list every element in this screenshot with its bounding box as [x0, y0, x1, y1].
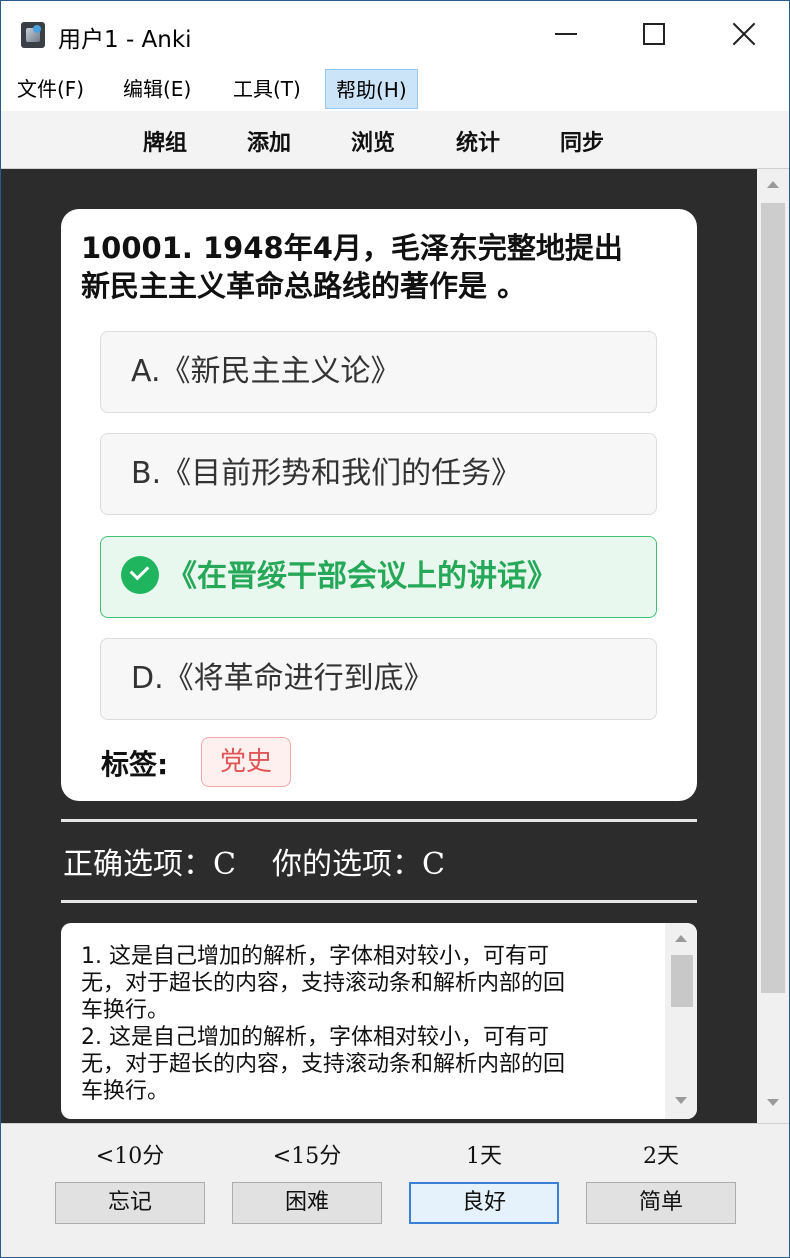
title-bar: 用户1 - Anki: [1, 1, 789, 67]
interval-label: 1天: [466, 1144, 502, 1169]
scroll-down-arrow-icon[interactable]: [767, 1099, 779, 1106]
explanation-line: 2. 这是自己增加的解析，字体相对较小，可有可: [81, 1025, 549, 1050]
menu-bar: 文件(F) 编辑(E) 工具(T) 帮助(H): [1, 67, 789, 111]
interval-label: 2天: [643, 1144, 679, 1169]
scroll-thumb[interactable]: [761, 203, 785, 993]
again-button[interactable]: 忘记: [55, 1182, 205, 1224]
question-line-2: 新民主主义革命总路线的著作是 。: [81, 269, 527, 303]
minimize-button[interactable]: [521, 1, 611, 67]
anki-window: 用户1 - Anki 文件(F) 编辑(E) 工具(T) 帮助(H) 牌组 添加…: [0, 0, 790, 1258]
good-button[interactable]: 良好: [409, 1182, 559, 1224]
option-c-correct[interactable]: 《在晋绥干部会议上的讲话》: [100, 536, 657, 618]
option-d[interactable]: D.《将革命进行到底》: [100, 638, 657, 720]
toolbar-sync[interactable]: 同步: [560, 125, 604, 157]
easy-button[interactable]: 简单: [586, 1182, 736, 1224]
window-title: 用户1 - Anki: [58, 27, 192, 53]
option-a[interactable]: A.《新民主主义论》: [100, 331, 657, 413]
scroll-up-arrow-icon[interactable]: [675, 935, 687, 942]
question-card: 10001. 1948年4月，毛泽东完整地提出 新民主主义革命总路线的著作是 。…: [61, 209, 697, 801]
minimize-icon: [555, 33, 577, 35]
divider-bottom: [61, 900, 697, 903]
maximize-button[interactable]: [609, 1, 699, 67]
tags-label: 标签:: [101, 748, 169, 781]
explanation-line: 无，对于超长的内容，支持滚动条和解析内部的回: [81, 1052, 566, 1077]
main-toolbar: 牌组 添加 浏览 统计 同步: [1, 111, 789, 169]
interval-label: <15分: [272, 1144, 342, 1169]
scroll-down-arrow-icon[interactable]: [675, 1097, 687, 1104]
explanation-scrollbar[interactable]: [665, 923, 697, 1119]
tag-badge: 党史: [201, 737, 291, 787]
interval-label: <10分: [95, 1144, 165, 1169]
toolbar-decks[interactable]: 牌组: [143, 125, 187, 157]
main-scrollbar[interactable]: [757, 169, 789, 1123]
correct-option-text: 正确选项：C: [63, 847, 236, 882]
divider-top: [61, 819, 697, 822]
check-circle-icon: [121, 555, 159, 594]
close-icon: [732, 22, 756, 46]
menu-help[interactable]: 帮助(H): [325, 69, 418, 109]
maximize-icon: [643, 23, 665, 45]
explanation-line: 无，对于超长的内容，支持滚动条和解析内部的回: [81, 971, 566, 996]
menu-tools[interactable]: 工具(T): [223, 69, 311, 109]
question-text: 10001. 1948年4月，毛泽东完整地提出 新民主主义革命总路线的著作是 。: [81, 229, 681, 305]
menu-file[interactable]: 文件(F): [7, 69, 94, 109]
explanation-line: 1. 这是自己增加的解析，字体相对较小，可有可: [81, 944, 549, 969]
toolbar-add[interactable]: 添加: [247, 125, 291, 157]
option-c-label: 《在晋绥干部会议上的讲话》: [167, 559, 557, 594]
toolbar-stats[interactable]: 统计: [456, 125, 500, 157]
toolbar-browse[interactable]: 浏览: [351, 125, 395, 157]
explanation-line: 车换行。: [81, 998, 170, 1023]
explanation-text: 1. 这是自己增加的解析，字体相对较小，可有可 无，对于超长的内容，支持滚动条和…: [81, 943, 656, 1105]
scroll-up-arrow-icon[interactable]: [767, 181, 779, 188]
answer-bar: <10分 忘记 <15分 困难 1天 良好 2天 简单: [1, 1123, 789, 1257]
review-viewport: 10001. 1948年4月，毛泽东完整地提出 新民主主义革命总路线的著作是 。…: [1, 169, 789, 1123]
close-button[interactable]: [699, 1, 789, 67]
your-option-text: 你的选项：C: [271, 847, 445, 882]
explanation-box[interactable]: 1. 这是自己增加的解析，字体相对较小，可有可 无，对于超长的内容，支持滚动条和…: [61, 923, 697, 1119]
hard-button[interactable]: 困难: [232, 1182, 382, 1224]
anki-app-icon: [21, 22, 45, 48]
question-line-1: 10001. 1948年4月，毛泽东完整地提出: [81, 231, 623, 265]
scroll-thumb[interactable]: [671, 955, 693, 1007]
option-b[interactable]: B.《目前形势和我们的任务》: [100, 433, 657, 515]
answer-result: 正确选项：C 你的选项：C: [63, 839, 481, 883]
explanation-line: 车换行。: [81, 1079, 170, 1104]
menu-edit[interactable]: 编辑(E): [113, 69, 201, 109]
